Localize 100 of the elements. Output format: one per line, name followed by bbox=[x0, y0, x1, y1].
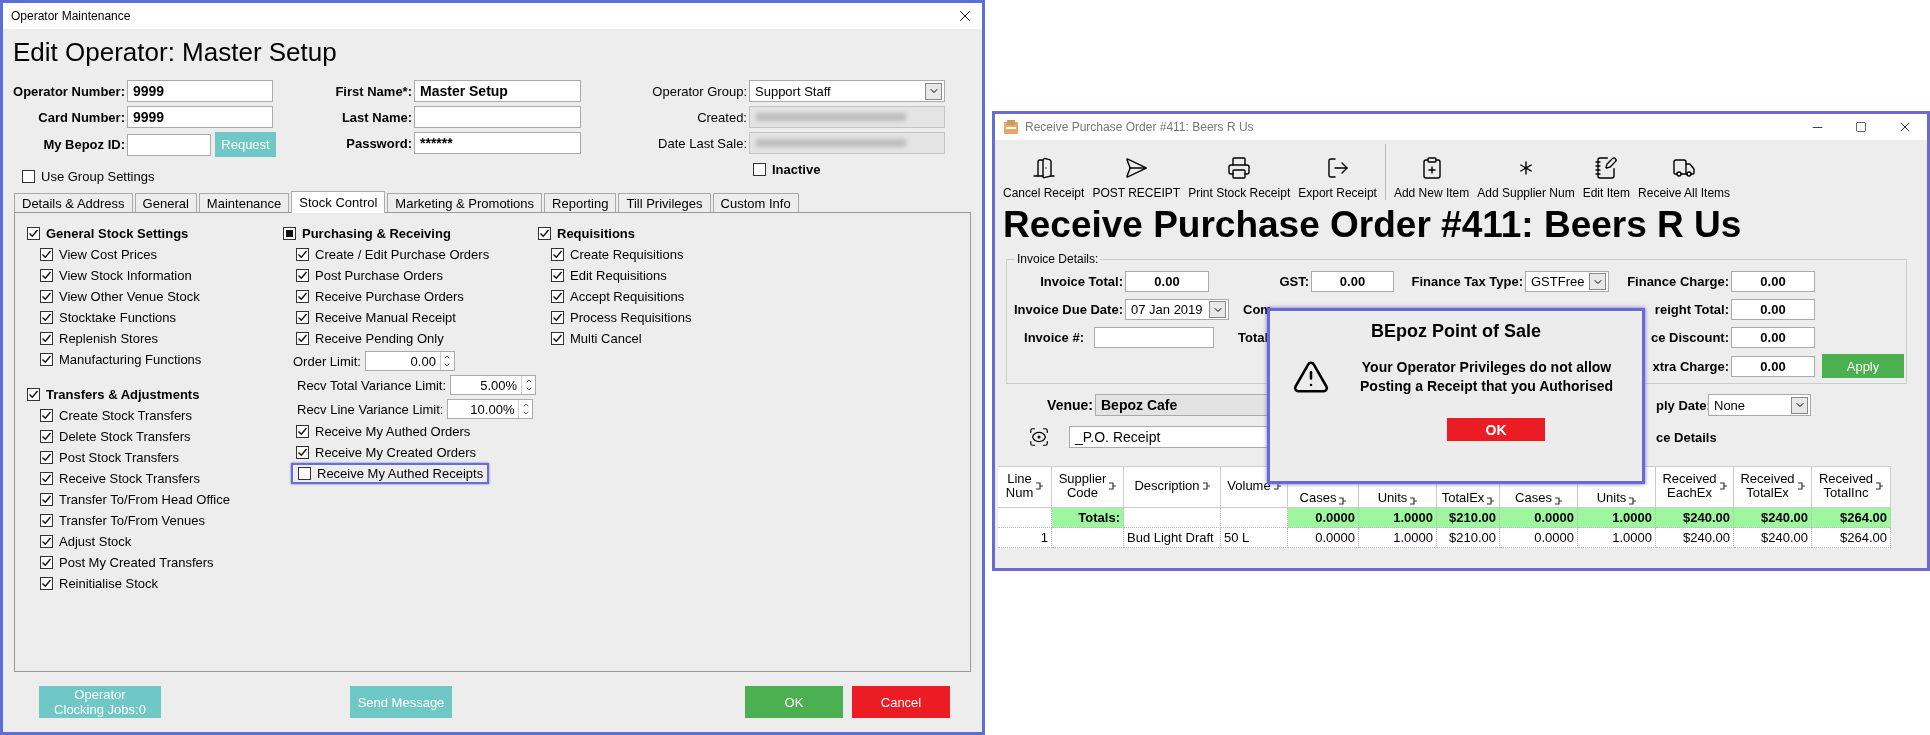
checkbox-label: Receive Purchase Orders bbox=[315, 289, 464, 304]
input-field[interactable] bbox=[1094, 327, 1214, 348]
checkbox[interactable] bbox=[296, 425, 309, 438]
group-select[interactable]: Support Staff bbox=[749, 80, 945, 102]
column-header[interactable]: Received EachEx bbox=[1656, 466, 1734, 508]
input-field[interactable]: 0.00 bbox=[1731, 355, 1815, 377]
tab[interactable]: General bbox=[134, 193, 197, 212]
button[interactable]: Cancel bbox=[852, 686, 950, 718]
checkbox[interactable] bbox=[551, 311, 564, 324]
checkbox-label: Reinitialise Stock bbox=[59, 576, 158, 591]
input-field[interactable]: ****** bbox=[414, 132, 581, 154]
ok-button[interactable]: OK bbox=[1447, 418, 1545, 441]
tab[interactable]: Till Privileges bbox=[618, 193, 711, 212]
pin-icon[interactable] bbox=[1486, 497, 1495, 505]
date-select[interactable]: None bbox=[1708, 394, 1811, 416]
tax-type-select[interactable]: GSTFree bbox=[1525, 271, 1609, 292]
checkbox[interactable] bbox=[40, 332, 53, 345]
pin-icon[interactable] bbox=[1201, 482, 1210, 490]
table-cell: Bud Light Draft bbox=[1124, 528, 1221, 548]
checkbox[interactable] bbox=[27, 227, 40, 240]
input-field[interactable]: 9999 bbox=[127, 106, 273, 128]
pin-icon[interactable] bbox=[1875, 482, 1884, 490]
column-header[interactable]: Description bbox=[1124, 466, 1221, 508]
input-field[interactable]: 0.00 bbox=[1731, 327, 1815, 348]
checkbox[interactable] bbox=[296, 446, 309, 459]
pin-icon[interactable] bbox=[1338, 497, 1347, 505]
checkbox[interactable] bbox=[753, 163, 766, 176]
toolbar-button[interactable]: Cancel Receipt bbox=[999, 156, 1089, 200]
tab[interactable]: Maintenance bbox=[198, 193, 290, 212]
number-spinner[interactable]: 0.00 bbox=[364, 351, 455, 371]
toolbar-button[interactable]: Add Supplier Num bbox=[1473, 156, 1579, 200]
pin-icon[interactable] bbox=[1628, 497, 1637, 505]
checkbox[interactable] bbox=[298, 467, 311, 480]
checkbox[interactable] bbox=[40, 535, 53, 548]
input-field[interactable]: 0.00 bbox=[1125, 271, 1209, 292]
pin-icon[interactable] bbox=[1553, 497, 1562, 505]
checkbox[interactable] bbox=[40, 248, 53, 261]
checkbox[interactable] bbox=[40, 514, 53, 527]
checkbox[interactable] bbox=[40, 430, 53, 443]
number-spinner[interactable]: 5.00% bbox=[450, 375, 537, 395]
checkbox[interactable] bbox=[296, 248, 309, 261]
tab[interactable]: Stock Control bbox=[291, 191, 386, 213]
checkbox[interactable] bbox=[40, 269, 53, 282]
tab[interactable]: Reporting bbox=[544, 193, 617, 212]
checkbox[interactable] bbox=[40, 290, 53, 303]
pin-icon[interactable] bbox=[1108, 482, 1117, 490]
checkbox[interactable] bbox=[40, 472, 53, 485]
checkbox[interactable] bbox=[551, 248, 564, 261]
checkbox[interactable] bbox=[551, 269, 564, 282]
pin-icon[interactable] bbox=[1718, 482, 1727, 490]
date-select[interactable]: 07 Jan 2019 bbox=[1125, 299, 1229, 320]
table-cell: 0.0000 bbox=[1288, 508, 1359, 528]
checkbox[interactable] bbox=[40, 493, 53, 506]
column-header[interactable]: Received TotalInc bbox=[1812, 466, 1891, 508]
tab[interactable]: Details & Address bbox=[14, 193, 133, 212]
pin-icon[interactable] bbox=[1272, 482, 1281, 490]
input-field[interactable]: 0.00 bbox=[1731, 299, 1815, 320]
column-header[interactable]: Received TotalEx bbox=[1734, 466, 1812, 508]
toolbar-button[interactable]: POST RECEIPT bbox=[1088, 156, 1185, 200]
checkbox[interactable] bbox=[40, 577, 53, 590]
input-field[interactable]: 0.00 bbox=[1731, 271, 1815, 292]
checkbox[interactable] bbox=[538, 227, 551, 240]
column-header[interactable]: Supplier Code bbox=[1052, 466, 1124, 508]
checkbox[interactable] bbox=[40, 556, 53, 569]
group-legend: Invoice Details: bbox=[1015, 252, 1101, 266]
checkbox[interactable] bbox=[40, 451, 53, 464]
toolbar-button[interactable]: Receive All Items bbox=[1634, 156, 1735, 200]
input-field[interactable] bbox=[414, 106, 581, 128]
checkbox[interactable] bbox=[40, 409, 53, 422]
checkbox[interactable] bbox=[551, 290, 564, 303]
tab[interactable]: Marketing & Promotions bbox=[387, 193, 543, 212]
input-field[interactable]: 0.00 bbox=[1311, 271, 1394, 292]
checkbox[interactable] bbox=[40, 353, 53, 366]
checkbox[interactable] bbox=[283, 227, 296, 240]
pin-icon[interactable] bbox=[1035, 482, 1044, 490]
toolbar-button[interactable]: Add New Item bbox=[1389, 156, 1474, 200]
maximize-icon[interactable] bbox=[1855, 121, 1867, 133]
preview-icon[interactable] bbox=[1028, 426, 1050, 448]
toolbar-button[interactable]: Edit Item bbox=[1578, 156, 1635, 200]
checkbox[interactable] bbox=[22, 170, 35, 183]
pin-icon[interactable] bbox=[1409, 497, 1418, 505]
number-spinner[interactable]: 10.00% bbox=[447, 399, 534, 419]
input-field[interactable] bbox=[127, 133, 211, 156]
input-field[interactable]: Master Setup bbox=[414, 80, 581, 102]
checkbox[interactable] bbox=[296, 290, 309, 303]
pin-icon[interactable] bbox=[1796, 482, 1805, 490]
column-header[interactable]: Line Num bbox=[998, 466, 1052, 508]
toolbar-button[interactable]: Print Stock Receipt bbox=[1184, 156, 1295, 200]
checkbox[interactable] bbox=[27, 388, 40, 401]
toolbar-button[interactable]: Export Receipt bbox=[1294, 156, 1381, 200]
field-label: Operator Number: bbox=[12, 83, 126, 99]
checkbox[interactable] bbox=[296, 311, 309, 324]
checkbox[interactable] bbox=[551, 332, 564, 345]
printer-icon bbox=[1227, 156, 1252, 180]
tab[interactable]: Custom Info bbox=[712, 193, 799, 212]
checkbox[interactable] bbox=[296, 269, 309, 282]
input-field[interactable]: 9999 bbox=[127, 80, 273, 102]
checkbox[interactable] bbox=[40, 311, 53, 324]
checkbox[interactable] bbox=[296, 332, 309, 345]
checkbox-label: Accept Requisitions bbox=[570, 289, 685, 304]
